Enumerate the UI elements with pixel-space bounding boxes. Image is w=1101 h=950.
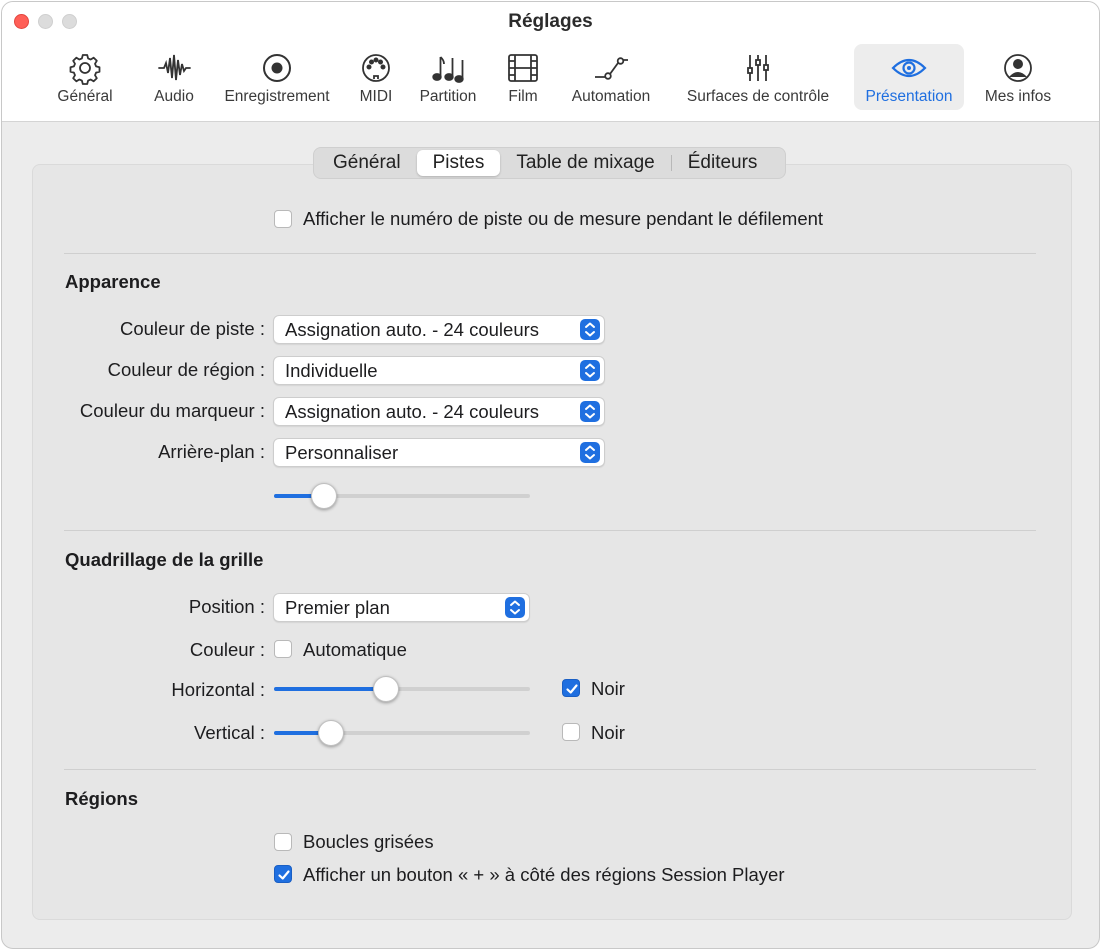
checkmark-icon xyxy=(278,870,290,880)
tab-general[interactable]: Général xyxy=(317,150,417,176)
show-track-number-label: Afficher le numéro de piste ou de mesure… xyxy=(303,208,824,229)
track-color-popup[interactable]: Assignation auto. - 24 couleurs xyxy=(273,315,605,344)
background-brightness-slider[interactable] xyxy=(274,483,530,509)
track-color-value: Assignation auto. - 24 couleurs xyxy=(285,319,540,340)
gray-loops-checkbox[interactable] xyxy=(274,833,292,851)
toolbar-item-score[interactable]: Partition xyxy=(410,44,486,110)
chevron-up-down-icon xyxy=(580,401,600,422)
toolbar-label: Général xyxy=(57,88,113,105)
toolbar-item-recording[interactable]: Enregistrement xyxy=(214,44,340,110)
eye-icon xyxy=(891,58,927,78)
horizontal-black-label: Noir xyxy=(591,678,625,699)
toolbar-item-automation[interactable]: Automation xyxy=(562,44,660,110)
grid-position-label: Position : xyxy=(188,596,265,617)
plus-button-checkbox[interactable] xyxy=(274,865,292,883)
grid-automatic-checkbox[interactable] xyxy=(274,640,292,658)
toolbar-item-audio[interactable]: Audio xyxy=(144,44,204,110)
slider-knob[interactable] xyxy=(317,720,344,746)
horizontal-black-checkbox[interactable] xyxy=(562,679,580,697)
tab-tracks[interactable]: Pistes xyxy=(416,150,501,176)
toolbar-item-midi[interactable]: MIDI xyxy=(352,44,400,110)
window-title: Réglages xyxy=(508,11,593,32)
automation-curve-icon xyxy=(595,57,628,80)
toolbar-item-my-info[interactable]: Mes infos xyxy=(976,44,1060,110)
marker-color-label: Couleur du marqueur : xyxy=(79,400,265,421)
grid-position-value: Premier plan xyxy=(285,597,390,618)
film-icon xyxy=(508,54,538,82)
waveform-icon xyxy=(158,54,191,81)
chevron-up-down-icon xyxy=(580,319,600,340)
gear-icon xyxy=(69,54,101,85)
show-track-number-checkbox[interactable] xyxy=(274,210,292,228)
vertical-slider[interactable] xyxy=(274,720,530,746)
tab-mixer[interactable]: Table de mixage xyxy=(500,150,670,176)
preferences-window: Réglages Général Audio Enregistrement MI… xyxy=(1,1,1100,949)
vertical-black-label: Noir xyxy=(591,722,625,743)
music-notes-icon xyxy=(432,56,464,83)
background-label: Arrière-plan : xyxy=(158,441,265,462)
faders-icon xyxy=(747,55,769,81)
marker-color-value: Assignation auto. - 24 couleurs xyxy=(285,401,540,422)
tab-bar: Général Pistes Table de mixage Éditeurs xyxy=(313,147,786,179)
toolbar-item-general[interactable]: Général xyxy=(50,44,120,110)
content-panel xyxy=(32,164,1072,920)
grid-color-label: Couleur : xyxy=(189,639,265,660)
toolbar-item-control-surfaces[interactable]: Surfaces de contrôle xyxy=(674,44,842,110)
chevron-up-down-icon xyxy=(580,360,600,381)
titlebar: Réglages Général Audio Enregistrement MI… xyxy=(2,2,1099,122)
region-color-label: Couleur de région : xyxy=(107,359,265,380)
person-icon xyxy=(1004,54,1032,82)
appearance-heading: Apparence xyxy=(65,271,161,292)
slider-knob[interactable] xyxy=(372,676,399,702)
chevron-up-down-icon xyxy=(580,442,600,463)
vertical-label: Vertical : xyxy=(194,722,265,743)
background-popup[interactable]: Personnaliser xyxy=(273,438,605,467)
toolbar-label: Enregistrement xyxy=(224,88,330,105)
background-value: Personnaliser xyxy=(285,442,399,463)
record-icon xyxy=(263,54,291,82)
midi-port-icon xyxy=(362,54,390,82)
vertical-black-checkbox[interactable] xyxy=(562,723,580,741)
marker-color-popup[interactable]: Assignation auto. - 24 couleurs xyxy=(273,397,605,426)
toolbar-label: Surfaces de contrôle xyxy=(686,88,830,105)
toolbar-label: Audio xyxy=(154,88,194,105)
tab-editors[interactable]: Éditeurs xyxy=(672,150,774,176)
toolbar-label: MIDI xyxy=(359,88,393,105)
toolbar-item-display[interactable]: Présentation xyxy=(854,44,964,110)
toolbar-item-film[interactable]: Film xyxy=(498,44,548,110)
region-color-popup[interactable]: Individuelle xyxy=(273,356,605,385)
horizontal-label: Horizontal : xyxy=(171,679,265,700)
toolbar-label: Film xyxy=(508,88,538,105)
divider xyxy=(64,253,1036,254)
grid-automatic-label: Automatique xyxy=(303,639,407,660)
grid-heading: Quadrillage de la grille xyxy=(65,549,264,570)
divider xyxy=(64,530,1036,531)
chevron-up-down-icon xyxy=(505,597,525,618)
track-color-label: Couleur de piste : xyxy=(119,318,265,339)
slider-fill xyxy=(274,687,386,691)
toolbar-label: Automation xyxy=(571,88,651,105)
toolbar-label: Mes infos xyxy=(984,88,1052,105)
region-color-value: Individuelle xyxy=(285,360,378,381)
plus-button-label: Afficher un bouton « + » à côté des régi… xyxy=(303,864,785,885)
grid-position-popup[interactable]: Premier plan xyxy=(273,593,530,622)
gray-loops-label: Boucles grisées xyxy=(303,831,434,852)
toolbar-label: Partition xyxy=(419,88,477,105)
checkmark-icon xyxy=(566,684,578,694)
slider-knob[interactable] xyxy=(310,483,337,509)
divider xyxy=(64,769,1036,770)
toolbar-label: Présentation xyxy=(865,88,953,105)
regions-heading: Régions xyxy=(65,788,138,809)
horizontal-slider[interactable] xyxy=(274,676,530,702)
